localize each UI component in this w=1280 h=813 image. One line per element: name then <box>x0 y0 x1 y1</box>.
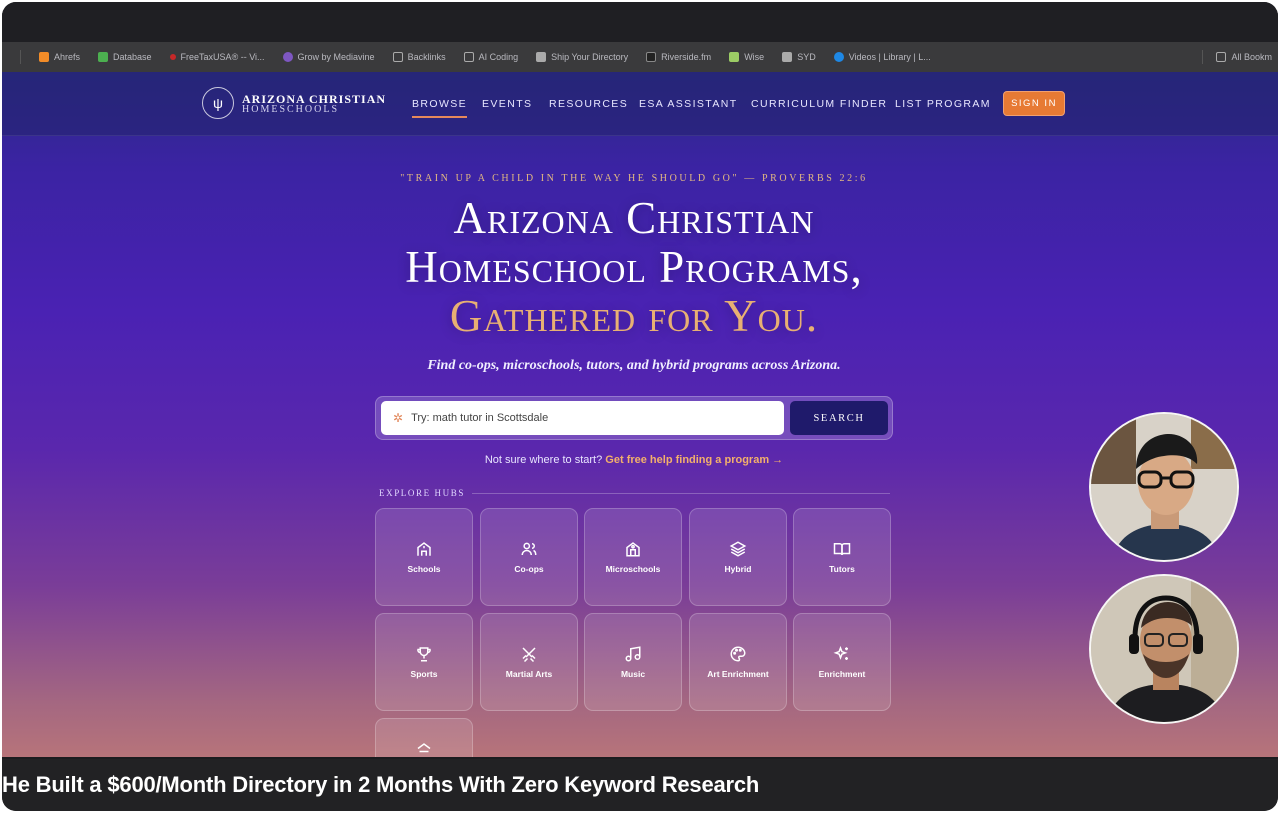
tagline: Find co-ops, microschools, tutors, and h… <box>427 358 841 373</box>
headline-line-1: Arizona Christian <box>453 193 815 243</box>
hub-art-enrichment[interactable]: Art Enrichment <box>689 613 787 711</box>
hub-martial-arts[interactable]: Martial Arts <box>480 613 578 711</box>
bookmark-database[interactable]: Database <box>98 52 152 62</box>
hub-label: Sports <box>410 669 438 679</box>
person-avatar <box>1091 576 1237 722</box>
nav-events[interactable]: EVENTS <box>482 98 532 110</box>
hub-co-ops[interactable]: Co-ops <box>480 508 578 606</box>
ahrefs-icon <box>39 52 49 62</box>
sparkles-icon <box>833 645 848 660</box>
bookmarks-bar: Ahrefs Database FreeTaxUSA® -- Vi... Gro… <box>2 42 1278 72</box>
hub-schools[interactable]: Schools <box>375 508 473 606</box>
videos-icon <box>833 52 844 62</box>
nav-list-program[interactable]: LIST PROGRAM <box>895 98 991 110</box>
website-viewport: ψ ARIZONA CHRISTIAN HOMESCHOOLS BROWSE E… <box>2 72 1278 757</box>
layers-icon <box>729 541 747 557</box>
mediavine-icon <box>282 52 293 62</box>
school-icon <box>417 542 431 556</box>
building-icon <box>626 542 640 557</box>
palette-icon <box>730 646 746 662</box>
sparkle-icon: ✲ <box>393 411 404 425</box>
bible-verse: "TRAIN UP A CHILD IN THE WAY HE SHOULD G… <box>400 173 868 184</box>
bookmark-wise[interactable]: Wise <box>729 52 764 62</box>
search-bar: ✲ SEARCH <box>375 396 893 440</box>
hub-partial[interactable] <box>375 718 473 757</box>
headline-line-3: Gathered for You. <box>449 291 819 341</box>
nav-curriculum-finder[interactable]: CURRICULUM FINDER <box>751 98 887 110</box>
webcam-guest <box>1089 574 1239 724</box>
hub-hybrid[interactable]: Hybrid <box>689 508 787 606</box>
sign-in-button[interactable]: SIGN IN <box>1003 91 1065 116</box>
video-frame: Ahrefs Database FreeTaxUSA® -- Vi... Gro… <box>2 2 1278 811</box>
riverside-icon <box>646 52 657 62</box>
hub-label: Tutors <box>829 564 855 574</box>
bookmark-syd[interactable]: SYD <box>782 52 816 62</box>
syd-icon <box>782 52 793 62</box>
hub-music[interactable]: Music <box>584 613 682 711</box>
hub-icon <box>417 743 431 753</box>
wise-icon <box>729 52 740 62</box>
nav-esa-assistant[interactable]: ESA ASSISTANT <box>639 98 738 110</box>
hub-label: Music <box>620 669 646 679</box>
folder-icon <box>1216 52 1227 62</box>
person-avatar <box>1091 414 1237 560</box>
divider <box>1202 50 1204 64</box>
book-open-icon <box>833 543 851 556</box>
help-text: Not sure where to start? <box>484 454 603 466</box>
search-button[interactable]: SEARCH <box>790 401 888 435</box>
bookmark-riverside[interactable]: Riverside.fm <box>646 52 711 62</box>
help-link[interactable]: Get free help finding a program → <box>605 454 783 466</box>
logo-subtitle[interactable]: HOMESCHOOLS <box>242 104 339 115</box>
bookmark-freetaxusa[interactable]: FreeTaxUSA® -- Vi... <box>169 52 265 62</box>
bookmark-ahrefs[interactable]: Ahrefs <box>39 52 80 62</box>
folder-icon <box>463 52 474 62</box>
hub-microschools[interactable]: Microschools <box>584 508 682 606</box>
hub-label: Enrichment <box>818 669 866 679</box>
hub-enrichment[interactable]: Enrichment <box>793 613 891 711</box>
bookmark-mediavine[interactable]: Grow by Mediavine <box>282 52 375 62</box>
search-input[interactable] <box>411 412 772 424</box>
divider <box>20 50 21 64</box>
database-icon <box>98 52 109 62</box>
bookmark-backlinks[interactable]: Backlinks <box>392 52 446 62</box>
bookmark-videos-library[interactable]: Videos | Library | L... <box>833 52 931 62</box>
hub-sports[interactable]: Sports <box>375 613 473 711</box>
all-bookmarks[interactable]: All Bookm <box>1202 50 1272 64</box>
divider <box>472 493 890 494</box>
hub-tutors[interactable]: Tutors <box>793 508 891 606</box>
bookmark-ai-coding[interactable]: AI Coding <box>463 52 518 62</box>
search-field[interactable]: ✲ <box>381 401 784 435</box>
hub-label: Martial Arts <box>505 669 553 679</box>
video-caption: He Built a $600/Month Directory in 2 Mon… <box>2 772 760 797</box>
music-note-icon <box>625 646 641 662</box>
help-prompt: Not sure where to start? Get free help f… <box>2 454 1266 466</box>
swords-icon <box>522 647 536 663</box>
freetaxusa-icon <box>169 54 176 60</box>
hub-label: Art Enrichment <box>707 669 769 679</box>
nav-browse[interactable]: BROWSE <box>412 98 468 118</box>
nav-resources[interactable]: RESOURCES <box>549 98 628 110</box>
folder-icon <box>392 52 403 62</box>
site-navbar: ψ ARIZONA CHRISTIAN HOMESCHOOLS BROWSE E… <box>2 72 1278 136</box>
trophy-icon <box>417 647 431 662</box>
users-icon <box>521 542 537 556</box>
explore-hubs-label: EXPLORE HUBS <box>379 488 465 498</box>
hub-label: Schools <box>407 564 441 574</box>
hub-label: Hybrid <box>724 564 752 574</box>
cactus-logo-icon[interactable]: ψ <box>202 87 234 119</box>
bookmark-ship-your-directory[interactable]: Ship Your Directory <box>536 52 628 62</box>
webcam-host <box>1089 412 1239 562</box>
browser-top-strip <box>2 2 1278 42</box>
hub-label: Microschools <box>605 564 661 574</box>
hub-label: Co-ops <box>514 564 544 574</box>
headline-line-2: Homeschool Programs, <box>405 242 863 292</box>
ship-icon <box>536 52 547 62</box>
